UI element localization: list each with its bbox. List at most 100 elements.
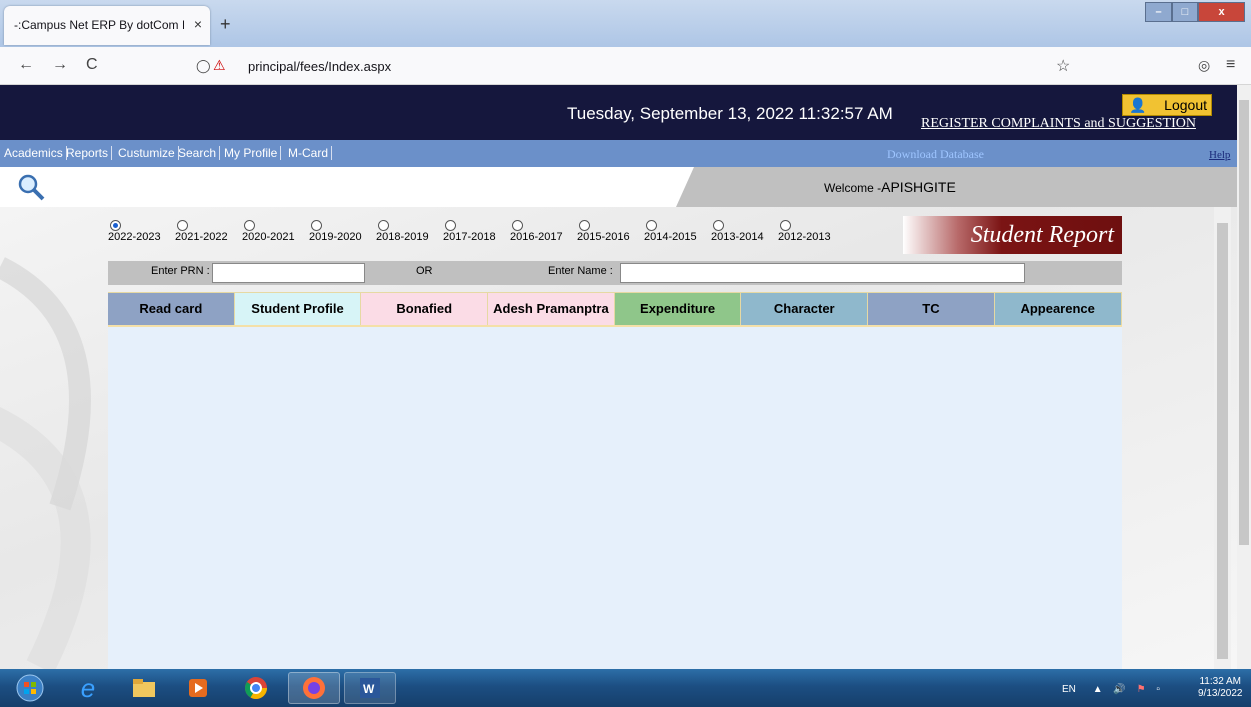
lock-warning-icon[interactable]: ⚠	[213, 57, 226, 74]
year-option-2022-2023[interactable]: 2022-2023	[108, 220, 175, 244]
show-hidden-icons-icon[interactable]: ▲	[1093, 684, 1103, 695]
report-tabs: Read card Student Profile Bonafied Adesh Pr…	[108, 292, 1122, 325]
year-radio[interactable]	[378, 220, 389, 231]
tab-expenditure[interactable]: Expenditure	[614, 293, 742, 325]
year-radio[interactable]	[713, 220, 724, 231]
tab-character[interactable]: Character	[741, 293, 869, 325]
year-label: 2018-2019	[376, 231, 429, 243]
menu-item-m-card[interactable]: M-Card	[288, 146, 333, 160]
start-button[interactable]	[4, 672, 56, 704]
logout-label: Logout	[1164, 97, 1207, 113]
welcome-username: APISHGITE	[881, 179, 956, 195]
year-option-2016-2017[interactable]: 2016-2017	[510, 220, 577, 244]
year-label: 2013-2014	[711, 231, 764, 243]
word-icon[interactable]: W	[344, 672, 396, 704]
year-option-2013-2014[interactable]: 2013-2014	[711, 220, 778, 244]
name-label: Enter Name :	[548, 265, 613, 277]
year-radio[interactable]	[579, 220, 590, 231]
tab-title: -:Campus Net ERP By dotCom Infot	[14, 18, 184, 32]
welcome-text: Welcome -APISHGITE	[824, 179, 956, 195]
browser-tab[interactable]: -:Campus Net ERP By dotCom Infot ×	[4, 6, 210, 45]
shield-icon[interactable]: ◯	[196, 58, 211, 74]
year-label: 2020-2021	[242, 231, 295, 243]
year-label: 2022-2023	[108, 231, 161, 243]
year-radio[interactable]	[780, 220, 791, 231]
year-label: 2016-2017	[510, 231, 563, 243]
new-tab-button[interactable]: +	[220, 14, 231, 35]
page-scrollbar-thumb[interactable]	[1239, 100, 1249, 545]
taskbar-clock[interactable]: 11:32 AM 9/13/2022	[1198, 676, 1243, 700]
maximize-button[interactable]: □	[1172, 2, 1198, 22]
tab-read-card[interactable]: Read card	[108, 293, 235, 325]
bookmark-star-icon[interactable]: ☆	[1056, 56, 1070, 76]
logout-button[interactable]: 👤 Logout	[1122, 94, 1212, 116]
menu-item-my-profile[interactable]: My Profile	[224, 146, 282, 160]
action-center-icon[interactable]: ▫	[1156, 684, 1160, 695]
year-option-2020-2021[interactable]: 2020-2021	[242, 220, 309, 244]
year-option-2019-2020[interactable]: 2019-2020	[309, 220, 376, 244]
tab-tc[interactable]: TC	[868, 293, 995, 325]
year-radio[interactable]	[110, 220, 121, 231]
window-controls: – □ x	[1145, 2, 1245, 22]
back-icon[interactable]: ←	[18, 56, 34, 74]
language-indicator[interactable]: EN	[1062, 684, 1076, 695]
year-option-2015-2016[interactable]: 2015-2016	[577, 220, 644, 244]
pocket-icon[interactable]: ◎	[1198, 57, 1210, 74]
year-radio[interactable]	[244, 220, 255, 231]
year-option-2018-2019[interactable]: 2018-2019	[376, 220, 443, 244]
url-bar[interactable]: principal/fees/Index.aspx	[248, 59, 391, 74]
year-radio[interactable]	[311, 220, 322, 231]
close-window-button[interactable]: x	[1198, 2, 1245, 22]
register-complaints-link[interactable]: REGISTER COMPLAINTS and SUGGESTION	[921, 116, 1196, 132]
year-radio[interactable]	[445, 220, 456, 231]
media-player-icon[interactable]	[172, 672, 224, 704]
svg-text:W: W	[363, 682, 375, 696]
user-logout-icon: 👤	[1129, 97, 1147, 113]
forward-icon[interactable]: →	[52, 56, 68, 74]
file-explorer-icon[interactable]	[118, 672, 170, 704]
clock-date: 9/13/2022	[1198, 688, 1243, 699]
tab-bonafied[interactable]: Bonafied	[361, 293, 489, 325]
tab-student-profile[interactable]: Student Profile	[234, 293, 362, 325]
menu-item-custumize[interactable]: Custumize	[118, 146, 179, 160]
tab-close-icon[interactable]: ×	[194, 16, 202, 32]
menu-item-search[interactable]: Search	[178, 146, 221, 160]
welcome-panel	[676, 167, 1237, 207]
student-report-banner: Student Report	[903, 216, 1122, 254]
reload-icon[interactable]: C	[86, 56, 98, 74]
tab-appearence[interactable]: Appearence	[994, 293, 1122, 325]
name-input[interactable]	[620, 263, 1025, 283]
menu-item-reports[interactable]: Reports	[66, 146, 113, 160]
year-option-2017-2018[interactable]: 2017-2018	[443, 220, 510, 244]
minimize-button[interactable]: –	[1145, 2, 1172, 22]
magnifier-icon[interactable]	[16, 172, 46, 202]
download-database-link[interactable]: Download Database	[887, 147, 984, 162]
year-option-2012-2013[interactable]: 2012-2013	[778, 220, 845, 244]
year-option-2014-2015[interactable]: 2014-2015	[644, 220, 711, 244]
year-radio[interactable]	[177, 220, 188, 231]
hamburger-menu-icon[interactable]: ≡	[1226, 56, 1235, 74]
system-tray: EN ▲ 🔊 ⚑ ▫	[1062, 684, 1160, 695]
menu-item-academics[interactable]: Academics	[4, 146, 67, 160]
network-warning-icon[interactable]: ⚑	[1137, 684, 1146, 695]
help-link[interactable]: Help	[1209, 149, 1230, 161]
firefox-icon[interactable]	[288, 672, 340, 704]
year-label: 2017-2018	[443, 231, 496, 243]
prn-input[interactable]	[212, 263, 365, 283]
clock-time: 11:32 AM	[1199, 676, 1241, 687]
volume-icon[interactable]: 🔊	[1113, 684, 1125, 695]
inner-scrollbar-thumb[interactable]	[1217, 223, 1228, 659]
tab-adesh-pramanptra[interactable]: Adesh Pramanptra	[488, 293, 615, 325]
year-label: 2015-2016	[577, 231, 630, 243]
year-option-2021-2022[interactable]: 2021-2022	[175, 220, 242, 244]
year-label: 2019-2020	[309, 231, 362, 243]
year-radio[interactable]	[512, 220, 523, 231]
year-label: 2014-2015	[644, 231, 697, 243]
internet-explorer-icon[interactable]: e	[62, 672, 114, 704]
prn-label: Enter PRN :	[151, 265, 210, 277]
welcome-prefix: Welcome -	[824, 181, 882, 195]
year-radio[interactable]	[646, 220, 657, 231]
browser-navbar: ← → C ◯ ⚠ principal/fees/Index.aspx ☆ ◎ …	[0, 47, 1251, 85]
year-label: 2012-2013	[778, 231, 831, 243]
chrome-icon[interactable]	[230, 672, 282, 704]
